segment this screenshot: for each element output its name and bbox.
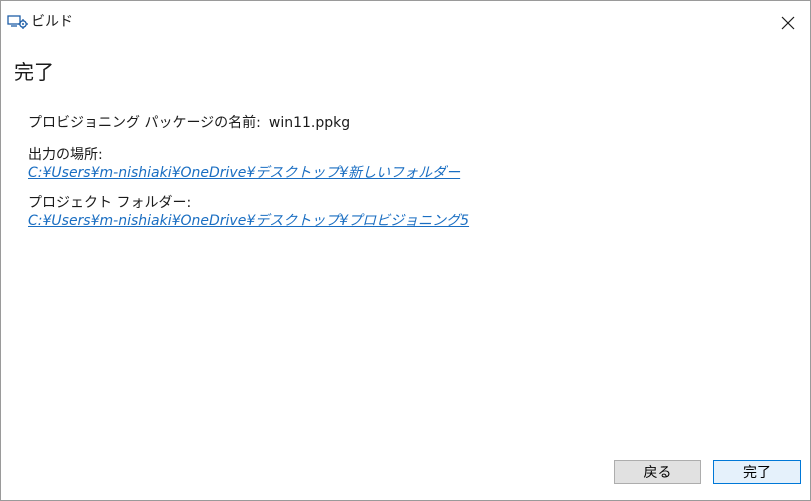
title-bar[interactable]: ビルド [1, 1, 810, 45]
build-gear-icon [7, 14, 29, 30]
project-folder-group: プロジェクト フォルダー: C:¥Users¥m-nishiaki¥OneDri… [28, 194, 469, 230]
package-name-label: プロビジョニング パッケージの名前: [28, 115, 261, 131]
project-folder-link[interactable]: C:¥Users¥m-nishiaki¥OneDrive¥デスクトップ¥プロビジ… [28, 212, 469, 230]
project-folder-label: プロジェクト フォルダー: [28, 195, 192, 211]
close-icon [781, 16, 795, 30]
build-dialog: ビルド 完了 プロビジョニング パッケージの名前: win11.ppkg 出力の場… [0, 0, 811, 501]
close-button[interactable] [766, 1, 810, 45]
window-title: ビルド [31, 14, 73, 30]
output-location-group: 出力の場所: C:¥Users¥m-nishiaki¥OneDrive¥デスクト… [28, 146, 469, 182]
package-name-value: win11.ppkg [268, 115, 351, 131]
summary-content: プロビジョニング パッケージの名前: win11.ppkg 出力の場所: C:¥U… [28, 114, 469, 230]
output-location-link[interactable]: C:¥Users¥m-nishiaki¥OneDrive¥デスクトップ¥新しいフ… [28, 164, 460, 182]
back-button[interactable]: 戻る [614, 460, 701, 484]
package-name-row: プロビジョニング パッケージの名前: win11.ppkg [28, 114, 469, 134]
page-title: 完了 [14, 60, 54, 84]
finish-button[interactable]: 完了 [713, 460, 801, 484]
output-location-label: 出力の場所: [28, 147, 103, 163]
